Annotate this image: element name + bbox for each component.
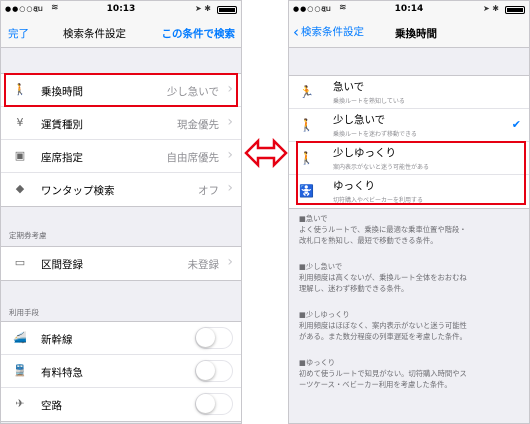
airplane-icon: ✈ (15, 397, 25, 410)
row-value: 未登録 (187, 259, 220, 271)
option-slight-hurry[interactable]: 🚶 少し急いで 乗換ルートを迷わず移動できる ✔ (289, 109, 529, 142)
row-seat[interactable]: ▣ 座席指定 自由席優先 › (1, 140, 241, 173)
section-header-pass: 定期券考慮 (9, 231, 47, 240)
description-slightly-slow: ■少しゆっくり 利用頻度はほぼなく、案内表示がないと迷う可能性 がある。また数分… (299, 309, 525, 342)
option-title: 少し急いで (333, 114, 386, 126)
desc-text: がある。また数分程度の列車遅延を考慮した条件。 (299, 332, 467, 341)
shinkansen-icon: 🚄 (13, 331, 27, 344)
option-subtitle: 乗換ルートを迷わず移動できる (333, 131, 417, 138)
status-bar: ●●○○○ au ≋ 10:13 ➤ ✱ (1, 1, 241, 18)
nav-bar: 完了 検索条件設定 この条件で検索 (1, 18, 241, 48)
search-with-conditions-button[interactable]: この条件で検索 (162, 26, 236, 41)
commuter-pass-icon: ▭ (14, 256, 26, 269)
row-value: 現金優先 (177, 119, 219, 131)
battery-icon (505, 6, 525, 14)
page-title: 検索条件設定 (63, 28, 126, 40)
row-label: 新幹線 (41, 334, 73, 346)
highlight-box (296, 141, 526, 205)
option-subtitle: 乗換ルートを熟知している (333, 98, 405, 105)
description-hurry: ■急いで よく使うルートで、乗換に最適な乗車位置や階段・ 改札口を熟知し、最短で… (299, 213, 525, 246)
desc-heading: ■急いで (299, 214, 328, 223)
row-shinkansen: 🚄 新幹線 (1, 322, 241, 355)
location-icon: ➤ ✱ (195, 4, 211, 13)
row-label: 座席指定 (41, 152, 83, 164)
chevron-right-icon: › (227, 180, 233, 196)
option-title: 急いで (333, 81, 365, 93)
chevron-right-icon: › (227, 147, 233, 163)
row-label: 有料特急 (41, 367, 83, 379)
desc-text: 改札口を熟知し、最短で移動できる条件。 (299, 236, 438, 245)
row-fare-type[interactable]: ¥ 運賃種別 現金優先 › (1, 107, 241, 140)
location-icon: ➤ ✱ (483, 4, 499, 13)
done-button[interactable]: 完了 (8, 26, 29, 41)
row-label: 運賃種別 (41, 119, 83, 131)
desc-text: よく使うルートで、乗換に最適な乗車位置や階段・ (299, 225, 467, 234)
desc-text: 初めて使うルートで知見がない。切符購入時間やス (299, 369, 467, 378)
row-value: 自由席優先 (166, 152, 220, 164)
seat-icon: ▣ (14, 149, 26, 162)
air-toggle[interactable] (195, 393, 233, 415)
desc-heading: ■少しゆっくり (299, 310, 350, 319)
checkmark-icon: ✔ (511, 118, 521, 131)
back-button[interactable]: ‹ 検索条件設定 (293, 23, 364, 41)
row-one-tap-search[interactable]: ◆ ワンタップ検索 オフ › (1, 173, 241, 206)
yen-coin-icon: ¥ (16, 116, 24, 129)
right-screen: ●●○○○ au ≋ 10:14 ➤ ✱ ‹ 検索条件設定 乗換時間 🏃 急いで … (288, 0, 530, 424)
pass-group: ▭ 区間登録 未登録 › (1, 246, 241, 281)
desc-heading: ■少し急いで (299, 262, 343, 271)
running-person-icon: 🏃 (299, 85, 314, 99)
limited-express-toggle[interactable] (195, 360, 233, 382)
direction-sign-icon: ◆ (15, 182, 25, 195)
chevron-left-icon: ‹ (293, 23, 299, 41)
means-group: 🚄 新幹線 🚆 有料特急 ✈ 空路 (1, 321, 241, 422)
row-air: ✈ 空路 (1, 388, 241, 421)
row-limited-express: 🚆 有料特急 (1, 355, 241, 388)
desc-text: 利用頻度はほぼなく、案内表示がないと迷う可能性 (299, 321, 467, 330)
section-header-means: 利用手段 (9, 308, 39, 317)
shinkansen-toggle[interactable] (195, 327, 233, 349)
desc-text: 利用頻度は高くないが、乗換ルート全体をおおむね (299, 273, 467, 282)
battery-icon (217, 6, 237, 14)
chevron-right-icon: › (227, 114, 233, 130)
row-label: ワンタップ検索 (41, 185, 115, 197)
desc-text: 理解し、迷わず移動できる条件。 (299, 284, 409, 293)
walking-person-icon: 🚶 (299, 118, 314, 132)
desc-text: ーツケース・ベビーカー利用を考慮した条件。 (299, 380, 452, 389)
row-route-registration[interactable]: ▭ 区間登録 未登録 › (1, 247, 241, 280)
nav-bar: ‹ 検索条件設定 乗換時間 (289, 18, 529, 48)
page-title: 乗換時間 (395, 28, 437, 40)
highlight-box (4, 73, 238, 107)
status-bar: ●●○○○ au ≋ 10:14 ➤ ✱ (289, 1, 529, 18)
row-value: オフ (198, 185, 219, 197)
back-label: 検索条件設定 (301, 26, 364, 38)
description-slow: ■ゆっくり 初めて使うルートで知見がない。切符購入時間やス ーツケース・ベビーカ… (299, 357, 525, 390)
row-label: 区間登録 (41, 259, 83, 271)
description-slight-hurry: ■少し急いで 利用頻度は高くないが、乗換ルート全体をおおむね 理解し、迷わず移動… (299, 261, 525, 294)
row-label: 空路 (41, 400, 62, 412)
train-icon: 🚆 (13, 364, 27, 377)
chevron-right-icon: › (227, 254, 233, 270)
option-hurry[interactable]: 🏃 急いで 乗換ルートを熟知している (289, 76, 529, 109)
desc-heading: ■ゆっくり (299, 358, 336, 367)
left-screen: ●●○○○ au ≋ 10:13 ➤ ✱ 完了 検索条件設定 この条件で検索 🚶… (0, 0, 242, 424)
double-arrow-icon (244, 138, 288, 168)
